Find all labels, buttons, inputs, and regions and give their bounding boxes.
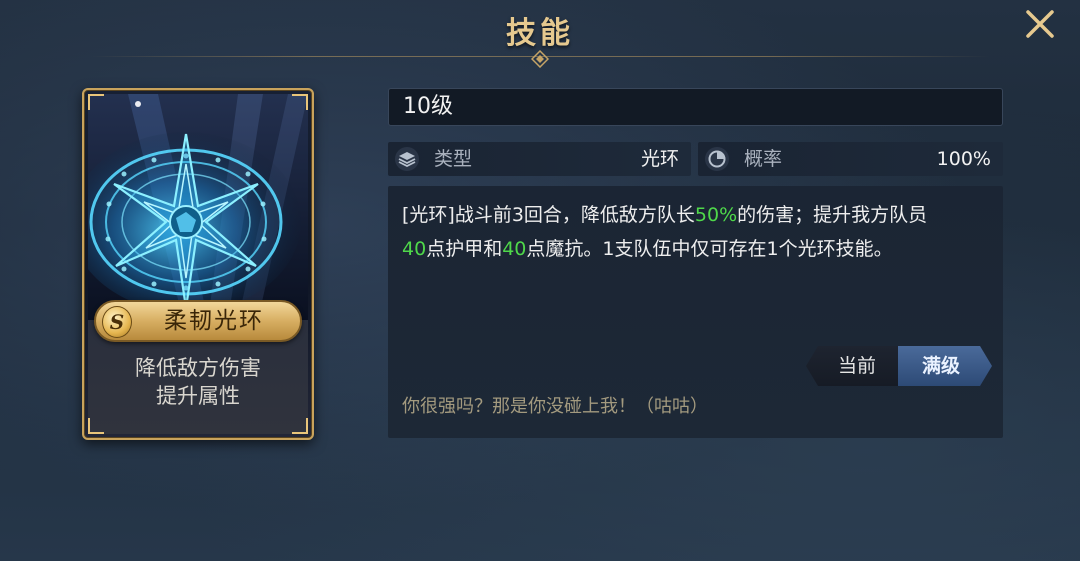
card-corner-ornament (88, 418, 104, 434)
skill-name: 柔韧光环 (164, 308, 264, 334)
tab-max-level[interactable]: 满级 (898, 346, 992, 386)
grade-badge: S (102, 306, 132, 338)
card-corner-ornament (292, 94, 308, 110)
desc-segment: 点魔抗。1支队伍中仅可存在1个光环技能。 (526, 238, 893, 260)
type-value: 光环 (640, 148, 679, 170)
skill-level: 10级 (388, 88, 1003, 126)
level-toggle: 当前 满级 (806, 346, 992, 386)
close-button[interactable] (1020, 4, 1060, 44)
type-label: 类型 (434, 148, 473, 170)
card-description: 降低敌方伤害 提升属性 (84, 354, 312, 410)
card-corner-ornament (292, 418, 308, 434)
tab-current-level[interactable]: 当前 (806, 346, 902, 386)
skill-dialog: 技能 S 柔韧光环 降低敌方伤害 提升属性 10级 类型 光环 概率 100% … (0, 0, 1080, 561)
card-corner-ornament (88, 94, 104, 110)
probability-label: 概率 (744, 148, 783, 170)
pie-chart-icon (705, 147, 729, 171)
skill-card: S 柔韧光环 降低敌方伤害 提升属性 (82, 88, 314, 440)
skill-description-panel: [光环]战斗前3回合，降低敌方队长50%的伤害；提升我方队员 40点护甲和40点魔… (388, 186, 1003, 438)
stat-probability: 概率 100% (698, 142, 1003, 176)
diamond-ornament-icon (531, 50, 549, 68)
magic-circle-icon (88, 94, 308, 320)
desc-segment: [光环]战斗前3回合，降低敌方队长 (402, 204, 695, 226)
stat-type: 类型 光环 (388, 142, 691, 176)
desc-segment: 的伤害；提升我方队员 (737, 204, 928, 226)
card-desc-line-1: 降低敌方伤害 (135, 356, 261, 380)
skill-name-plate: S 柔韧光环 (94, 300, 302, 342)
close-icon (1026, 10, 1054, 38)
skill-description: [光环]战斗前3回合，降低敌方队长50%的伤害；提升我方队员 40点护甲和40点魔… (402, 198, 993, 266)
desc-highlight: 40 (502, 238, 527, 260)
skill-quote: 你很强吗？那是你没碰上我！（咕咕） (402, 396, 708, 417)
page-title: 技能 (506, 16, 574, 51)
probability-value: 100% (936, 148, 991, 170)
card-desc-line-2: 提升属性 (156, 384, 240, 408)
layers-icon (395, 147, 419, 171)
desc-segment: 点护甲和 (426, 238, 503, 260)
desc-highlight: 40 (402, 238, 427, 260)
desc-highlight: 50% (694, 204, 738, 226)
